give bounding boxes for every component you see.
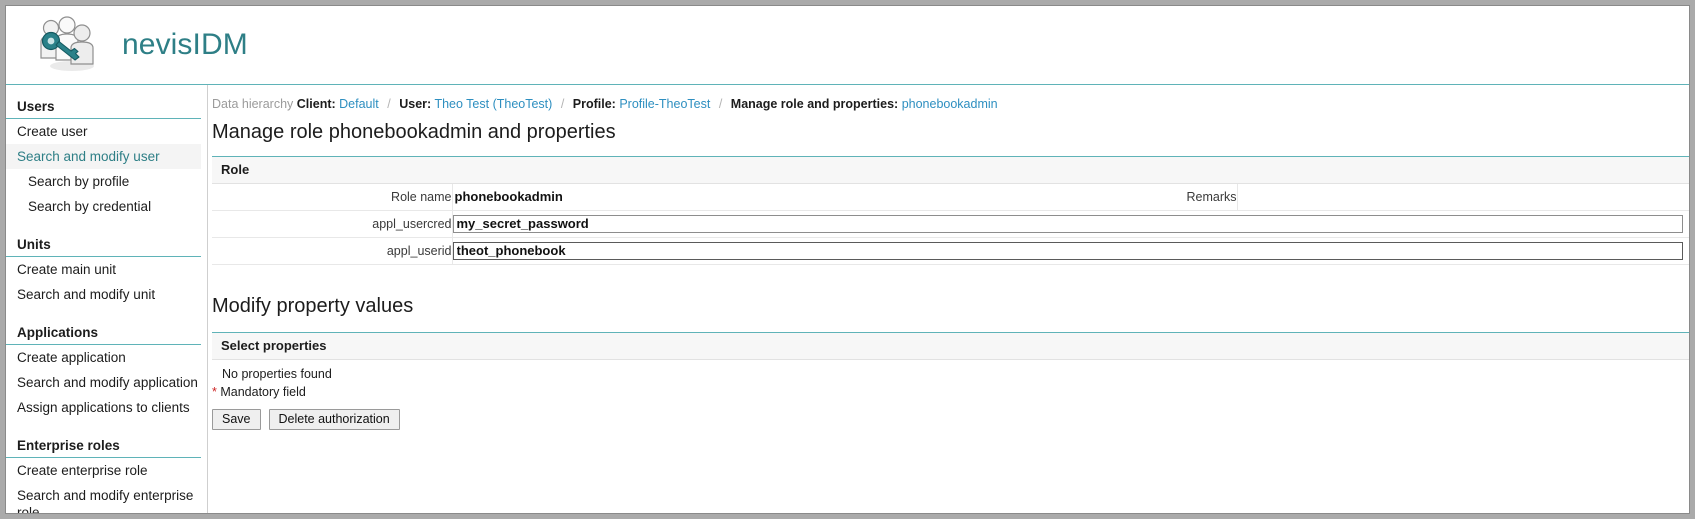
no-properties-message: No properties found — [222, 367, 332, 381]
sidebar-group-units: Units Create main unit Search and modify… — [6, 233, 207, 307]
page-title: Manage role phonebookadmin and propertie… — [212, 121, 616, 143]
sidebar-group-title-users: Users — [6, 95, 201, 119]
sidebar-item-create-enterprise-role[interactable]: Create enterprise role — [6, 458, 201, 483]
breadcrumb-link-client[interactable]: Default — [339, 97, 379, 111]
sidebar-item-assign-applications-to-clients[interactable]: Assign applications to clients — [6, 395, 201, 420]
appl-usercred-input[interactable] — [452, 214, 1683, 233]
sidebar-item-search-and-modify-user[interactable]: Search and modify user — [6, 144, 201, 169]
breadcrumb-root: Data hierarchy — [212, 97, 294, 111]
users-key-icon — [34, 16, 100, 74]
sidebar-item-search-and-modify-application[interactable]: Search and modify application — [6, 370, 201, 395]
mandatory-field-note: * Mandatory field — [208, 381, 1689, 399]
table-row: appl_usercred — [212, 210, 1689, 238]
breadcrumb-label-manage-role: Manage role and properties: — [730, 97, 899, 111]
brand-title: nevisIDM — [122, 28, 248, 61]
main-content: Data hierarchy Client: Default / User: T… — [208, 85, 1689, 430]
role-panel: Role Role name phonebookadmin Remarks ap… — [212, 156, 1689, 265]
breadcrumb-link-manage-role[interactable]: phonebookadmin — [902, 97, 998, 111]
sidebar-group-title-units: Units — [6, 233, 201, 257]
action-button-row: Save Delete authorization — [208, 399, 1689, 430]
breadcrumb-link-user[interactable]: Theo Test (TheoTest) — [434, 97, 552, 111]
sidebar-group-title-applications: Applications — [6, 321, 201, 345]
sidebar-group-title-enterprise-roles: Enterprise roles — [6, 434, 201, 458]
mandatory-text: Mandatory field — [220, 385, 306, 399]
sidebar-item-search-and-modify-enterprise-role[interactable]: Search and modify enterprise role — [6, 483, 201, 513]
breadcrumb-label-client: Client: — [296, 97, 336, 111]
select-properties-panel: Select properties No properties found — [212, 332, 1689, 381]
appl-usercred-label: appl_usercred — [212, 210, 453, 238]
breadcrumb-separator: / — [560, 97, 565, 111]
mandatory-star: * — [212, 385, 217, 399]
sidebar-item-create-main-unit[interactable]: Create main unit — [6, 257, 201, 282]
role-name-value: phonebookadmin — [454, 189, 563, 204]
remarks-label: Remarks — [1004, 184, 1238, 211]
delete-authorization-button[interactable]: Delete authorization — [268, 409, 400, 430]
select-properties-heading: Select properties — [212, 333, 1689, 360]
role-form-table: Role name phonebookadmin Remarks appl_us… — [212, 184, 1689, 265]
sidebar-group-applications: Applications Create application Search a… — [6, 321, 207, 420]
role-name-label: Role name — [212, 184, 453, 211]
section-title-modify-property-values: Modify property values — [212, 295, 414, 317]
table-row: Role name phonebookadmin Remarks — [212, 184, 1689, 211]
sidebar: Users Create user Search and modify user… — [6, 85, 208, 513]
sidebar-group-enterprise-roles: Enterprise roles Create enterprise role … — [6, 434, 207, 513]
sidebar-item-search-by-credential[interactable]: Search by credential — [6, 194, 201, 219]
sidebar-item-search-and-modify-unit[interactable]: Search and modify unit — [6, 282, 201, 307]
breadcrumb-separator: / — [718, 97, 723, 111]
remarks-value — [1238, 189, 1240, 204]
sidebar-item-search-by-profile[interactable]: Search by profile — [6, 169, 201, 194]
breadcrumb-label-user: User: — [399, 97, 432, 111]
breadcrumb: Data hierarchy Client: Default / User: T… — [208, 85, 1689, 111]
sidebar-item-create-application[interactable]: Create application — [6, 345, 201, 370]
brand-header: nevisIDM — [6, 6, 1689, 85]
breadcrumb-separator: / — [387, 97, 391, 111]
sidebar-group-users: Users Create user Search and modify user… — [6, 95, 207, 219]
role-panel-heading: Role — [212, 157, 1689, 184]
breadcrumb-link-profile[interactable]: Profile-TheoTest — [619, 97, 710, 111]
appl-userid-input[interactable] — [452, 241, 1683, 260]
table-row: appl_userid — [212, 237, 1689, 265]
application-window: nevisIDM Users Create user Search and mo… — [5, 5, 1690, 514]
appl-userid-label: appl_userid — [212, 237, 453, 265]
page-body: Users Create user Search and modify user… — [6, 85, 1689, 513]
breadcrumb-label-profile: Profile: — [572, 97, 616, 111]
sidebar-item-create-user[interactable]: Create user — [6, 119, 201, 144]
save-button[interactable]: Save — [212, 409, 261, 430]
